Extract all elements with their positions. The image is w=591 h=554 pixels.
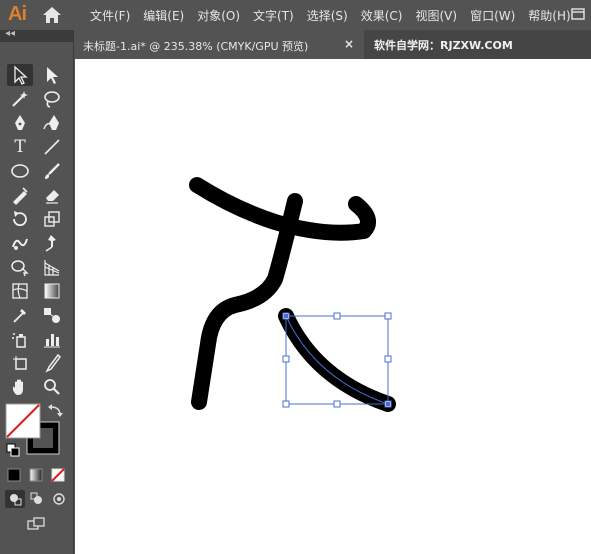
menu-help[interactable]: 帮助(H) [528,7,570,24]
selection-tool-icon[interactable] [7,64,33,86]
zoom-tool-icon[interactable] [39,376,65,398]
artboard-tool-icon[interactable] [7,352,33,374]
blend-tool-icon[interactable] [39,304,65,326]
perspective-grid-tool-icon[interactable] [39,256,65,278]
anchor-point[interactable] [386,402,390,406]
workspace-icon[interactable] [570,6,586,22]
app-logo: Ai [8,3,27,25]
tools-panel-header[interactable]: ◂◂ [0,28,74,42]
shape-builder-tool-icon[interactable] [7,256,33,278]
hand-tool-icon[interactable] [7,376,33,398]
symbol-sprayer-tool-icon[interactable] [7,328,33,350]
screen-mode-icon[interactable] [23,514,49,536]
draw-behind-icon[interactable] [27,490,47,508]
collapse-icon[interactable]: ◂◂ [5,28,15,39]
tab-bar: 未标题-1.ai* @ 235.38% (CMYK/GPU 预览) × 软件自学… [74,30,591,59]
menu-edit[interactable]: 编辑(E) [143,7,184,24]
anchor-point[interactable] [284,314,288,318]
line-tool-icon[interactable] [39,136,65,158]
home-icon[interactable] [42,6,62,24]
magic-wand-tool-icon[interactable] [7,88,33,110]
menu-effect[interactable]: 效果(C) [361,7,403,24]
type-tool-icon[interactable]: T [7,136,33,158]
lasso-tool-icon[interactable] [39,88,65,110]
artwork [189,177,396,412]
menu-select[interactable]: 选择(S) [307,7,348,24]
stroke-path-vertical[interactable] [191,193,303,410]
color-mode-icon[interactable] [5,466,23,484]
curvature-tool-icon[interactable] [39,112,65,134]
pen-tool-icon[interactable] [7,112,33,134]
eraser-tool-icon[interactable] [39,184,65,206]
warp-tool-icon[interactable] [7,232,33,254]
mesh-tool-icon[interactable] [7,280,33,302]
tools-panel: ◂◂ T [0,28,74,554]
document-tab[interactable]: 未标题-1.ai* @ 235.38% (CMYK/GPU 预览) × [74,30,364,59]
draw-inside-icon[interactable] [49,490,69,508]
graph-tool-icon[interactable] [39,328,65,350]
gradient-mode-icon[interactable] [27,466,45,484]
type-tool-glyph: T [14,137,26,157]
menu-bar: Ai 文件(F) 编辑(E) 对象(O) 文字(T) 选择(S) 效果(C) 视… [0,0,591,30]
fill-stroke-swatches[interactable] [5,402,67,464]
document-tab-title: 未标题-1.ai* @ 235.38% (CMYK/GPU 预览) [83,40,309,53]
menu-view[interactable]: 视图(V) [415,7,457,24]
menu-type[interactable]: 文字(T) [253,7,294,24]
watermark-text: 软件自学网：RJZXW.COM [374,39,513,52]
close-icon[interactable]: × [344,37,354,51]
paintbrush-tool-icon[interactable] [39,160,65,182]
draw-normal-icon[interactable] [5,490,25,508]
scale-tool-icon[interactable] [39,208,65,230]
puppet-warp-tool-icon[interactable] [39,232,65,254]
fill-swatch[interactable] [5,403,41,439]
direct-selection-tool-icon[interactable] [39,64,65,86]
default-colors-icon[interactable] [6,443,20,457]
swap-fill-stroke-icon[interactable] [48,404,63,417]
menu-object[interactable]: 对象(O) [197,7,240,24]
eyedropper-tool-icon[interactable] [7,304,33,326]
rotate-tool-icon[interactable] [7,208,33,230]
slice-tool-icon[interactable] [39,352,65,374]
main-menu: 文件(F) 编辑(E) 对象(O) 文字(T) 选择(S) 效果(C) 视图(V… [90,7,584,24]
menu-file[interactable]: 文件(F) [90,7,130,24]
stroke-path-selected[interactable] [278,308,396,412]
artboard-canvas[interactable] [75,59,591,554]
ellipse-tool-icon[interactable] [7,160,33,182]
none-mode-icon[interactable] [49,466,67,484]
shaper-tool-icon[interactable] [7,184,33,206]
menu-window[interactable]: 窗口(W) [470,7,515,24]
gradient-tool-icon[interactable] [39,280,65,302]
